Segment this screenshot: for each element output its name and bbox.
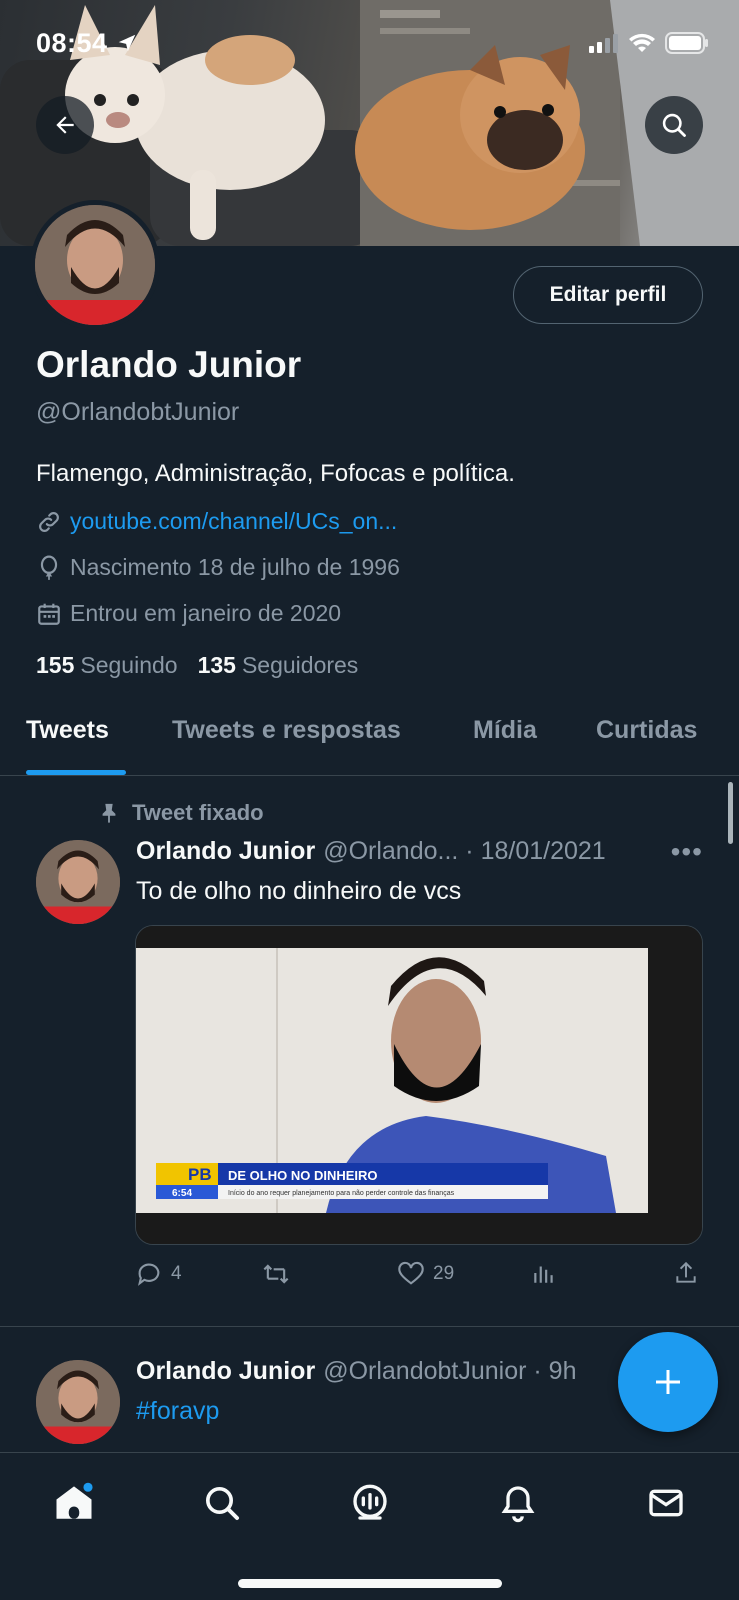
tweet-header: Orlando Junior @Orlando... · 18/01/2021	[136, 837, 606, 866]
following-link[interactable]: 155 Seguindo	[36, 652, 178, 679]
tweet-date: · 18/01/2021	[465, 837, 606, 865]
tab-tweets[interactable]: Tweets	[26, 716, 109, 745]
bell-icon	[501, 1486, 535, 1523]
active-tab-indicator	[26, 770, 126, 775]
profile-name: Orlando Junior	[36, 344, 302, 385]
retweet-button[interactable]	[261, 1260, 291, 1288]
share-button[interactable]	[673, 1260, 699, 1286]
profile-birth-date: Nascimento 18 de julho de 1996	[70, 554, 400, 580]
profile-handle: @OrlandobtJunior	[36, 398, 240, 426]
pin-icon	[102, 803, 116, 824]
status-icons	[589, 32, 709, 54]
signal-icon	[589, 34, 618, 53]
tweet-media[interactable]: PB 6:54 DE OLHO NO DINHEIRO Início do an…	[135, 925, 703, 1245]
back-arrow-icon	[56, 116, 74, 134]
edit-profile-button[interactable]: Editar perfil	[513, 266, 703, 324]
battery-icon	[665, 32, 708, 54]
tweet-avatar[interactable]	[36, 840, 120, 924]
profile-joined-date: Entrou em janeiro de 2020	[70, 600, 342, 626]
balloon-icon	[40, 555, 58, 580]
reply-button[interactable]: 4	[135, 1260, 182, 1288]
compose-button[interactable]	[618, 1332, 718, 1432]
media-channel: PB	[188, 1165, 212, 1184]
tweet-avatar[interactable]	[36, 1360, 120, 1444]
home-indicator[interactable]	[238, 1579, 502, 1588]
scrollbar[interactable]	[728, 782, 733, 844]
tab-tweets-replies[interactable]: Tweets e respostas	[172, 716, 401, 745]
tweet-hashtag[interactable]: #foravp	[136, 1397, 219, 1426]
pinned-label: Tweet fixado	[98, 800, 264, 826]
profile-link-row: youtube.com/channel/UCs_on...	[36, 508, 397, 535]
search-icon	[206, 1487, 239, 1520]
tab-likes[interactable]: Curtidas	[596, 716, 697, 745]
media-subline: Início do ano requer planejamento para n…	[228, 1190, 455, 1197]
tweet-actions: 4 29	[135, 1260, 703, 1294]
tweet-divider	[0, 1326, 739, 1327]
more-icon[interactable]: •••	[671, 836, 703, 868]
tweet-author-handle: @OrlandobtJunior	[323, 1357, 527, 1385]
home-icon	[56, 1482, 93, 1519]
bottom-navigation	[0, 1452, 739, 1600]
search-icon	[662, 113, 686, 137]
tweet-date: · 9h	[533, 1357, 577, 1385]
profile-birth-row: Nascimento 18 de julho de 1996	[36, 554, 400, 581]
reply-icon	[138, 1263, 160, 1286]
follow-stats: 155 Seguindo 135 Seguidores	[36, 652, 358, 679]
tweet-header: Orlando Junior @OrlandobtJunior · 9h	[136, 1357, 577, 1386]
calendar-icon	[38, 603, 60, 625]
profile-joined-row: Entrou em janeiro de 2020	[36, 600, 341, 627]
analytics-button[interactable]	[531, 1260, 557, 1286]
link-icon	[39, 511, 59, 532]
mail-icon	[649, 1489, 683, 1517]
analytics-icon	[534, 1266, 553, 1283]
spaces-icon	[353, 1484, 387, 1520]
retweet-icon	[263, 1264, 289, 1284]
wifi-icon	[629, 33, 655, 52]
tweet-text: To de olho no dinheiro de vcs	[136, 877, 462, 905]
nav-search[interactable]	[192, 1473, 252, 1533]
followers-link[interactable]: 135 Seguidores	[198, 652, 359, 679]
tweet-author-name[interactable]: Orlando Junior	[136, 1357, 315, 1385]
status-bar: 08:54	[0, 0, 739, 90]
tweet-author-name[interactable]: Orlando Junior	[136, 837, 315, 865]
back-button[interactable]	[36, 96, 94, 154]
tab-media[interactable]: Mídia	[473, 716, 537, 745]
nav-messages[interactable]	[636, 1473, 696, 1533]
like-button[interactable]: 29	[397, 1260, 454, 1288]
share-icon	[676, 1261, 696, 1283]
like-icon	[398, 1261, 424, 1285]
search-button[interactable]	[645, 96, 703, 154]
tweet-author-handle: @Orlando...	[323, 837, 459, 865]
profile-avatar[interactable]	[30, 200, 160, 330]
nav-home[interactable]	[44, 1473, 104, 1533]
media-headline: DE OLHO NO DINHEIRO	[228, 1168, 378, 1183]
profile-tabs: Tweets Tweets e respostas Mídia Curtidas	[0, 690, 739, 776]
nav-notifications[interactable]	[488, 1473, 548, 1533]
status-time: 08:54	[36, 28, 138, 59]
profile-bio: Flamengo, Administração, Fofocas e polít…	[36, 460, 515, 487]
profile-website-link[interactable]: youtube.com/channel/UCs_on...	[70, 508, 397, 535]
compose-icon	[656, 1370, 680, 1394]
nav-spaces[interactable]	[340, 1473, 400, 1533]
media-time: 6:54	[172, 1188, 192, 1199]
